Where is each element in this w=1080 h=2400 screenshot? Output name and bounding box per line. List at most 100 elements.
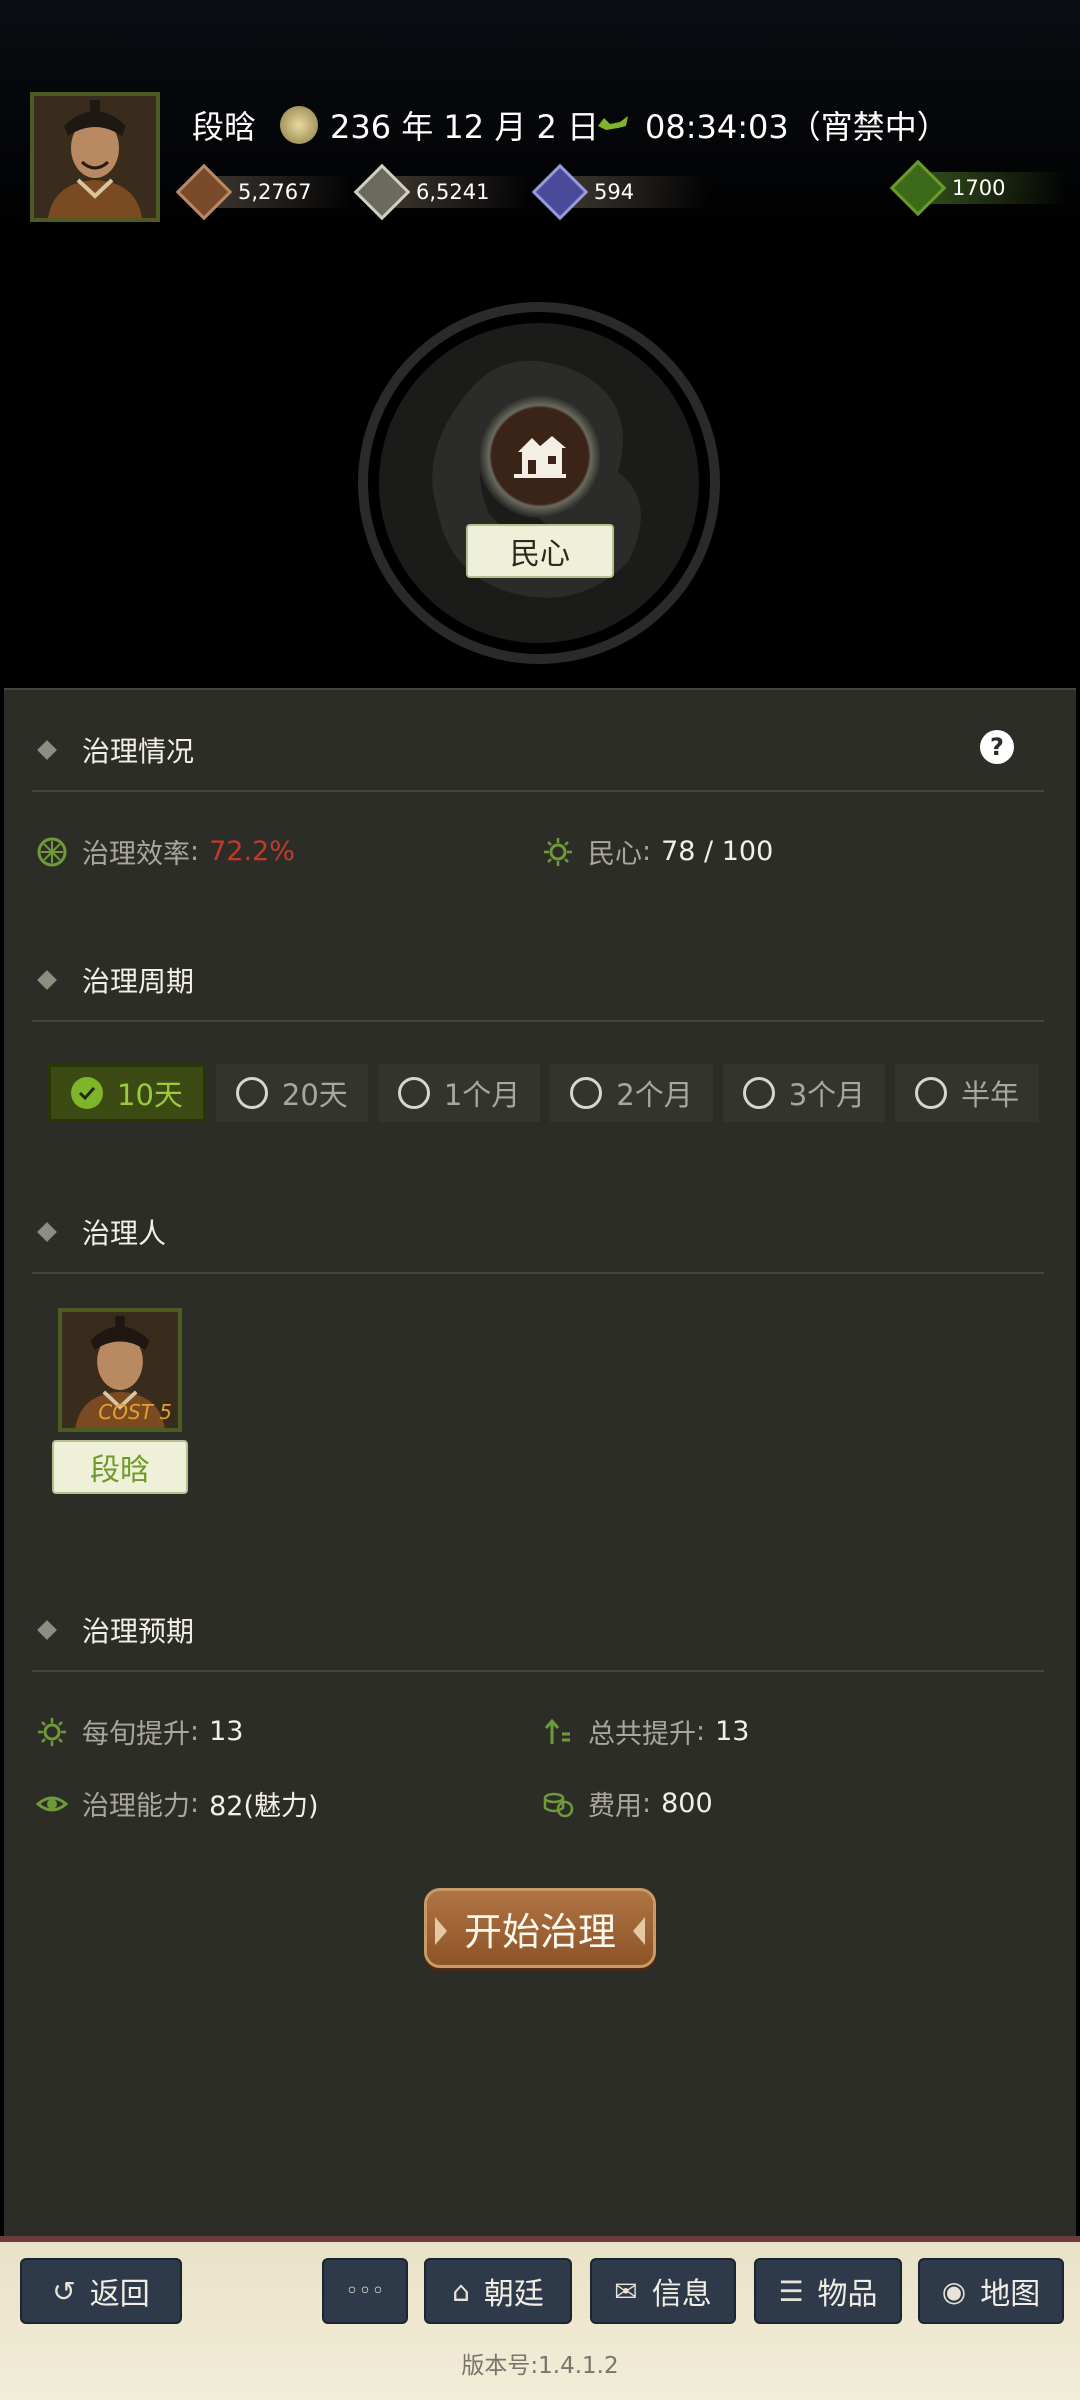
troops-value: 594: [594, 180, 635, 204]
resource-troops[interactable]: 594: [531, 163, 708, 221]
player-name: 段晗: [192, 108, 257, 146]
radio-icon: [570, 1077, 603, 1109]
eye-icon: [36, 1796, 68, 1811]
scroll-icon: ☰: [778, 2274, 804, 2308]
horse-icon: [598, 116, 628, 130]
chat-icon: ✉: [614, 2274, 638, 2308]
section-title-text: 治理情况: [82, 735, 195, 768]
back-button[interactable]: ↺ 返回: [20, 2258, 182, 2324]
map-label: 地图: [980, 2277, 1041, 2312]
period-option-20d[interactable]: 20天: [215, 1064, 368, 1122]
start-governance-button[interactable]: 开始治理: [424, 1888, 656, 1968]
per-period-value: 13: [209, 1716, 244, 1747]
section-period-title: 治理周期: [37, 960, 195, 1000]
coin-bag-icon: [175, 163, 233, 221]
potion-icon: [889, 159, 947, 217]
more-label: ◦◦◦: [345, 2278, 385, 2304]
items-label: 物品: [817, 2277, 878, 2312]
back-label: 返回: [89, 2277, 150, 2312]
player-avatar[interactable]: [30, 92, 160, 222]
total-value: 13: [715, 1716, 750, 1747]
divider: [32, 1020, 1044, 1022]
section-forecast-title: 治理预期: [37, 1610, 195, 1650]
diamond-bullet-icon: [37, 1620, 57, 1640]
undo-arrow-icon: ↺: [52, 2274, 76, 2308]
divider: [32, 1670, 1044, 1672]
sun-icon: [544, 837, 572, 866]
diamond-bullet-icon: [37, 740, 57, 760]
resource-gold[interactable]: 5,2767: [175, 163, 352, 221]
governor-name[interactable]: 段晗: [52, 1440, 188, 1494]
period-option-half-year[interactable]: 半年: [895, 1064, 1040, 1122]
section-title-text: 治理预期: [82, 1615, 195, 1648]
cost-badge: COST 5: [98, 1400, 172, 1424]
court-button[interactable]: ⌂ 朝廷: [424, 2258, 572, 2324]
section-status-title: 治理情况: [37, 730, 195, 770]
period-label: 20天: [281, 1078, 348, 1112]
globe-icon: ◉: [941, 2274, 967, 2308]
help-icon[interactable]: ?: [980, 730, 1014, 764]
grain-value: 6,5241: [416, 180, 490, 204]
total-stat: 总共提升: 13: [542, 1712, 749, 1751]
fee-stat: 费用: 800: [542, 1784, 713, 1823]
calendar-icon: [280, 106, 318, 144]
divider: [32, 1272, 1044, 1274]
period-label: 1个月: [443, 1078, 521, 1112]
per-period-label: 每旬提升: [82, 1719, 190, 1750]
section-governor-title: 治理人: [37, 1212, 167, 1252]
period-option-1m[interactable]: 1个月: [377, 1064, 541, 1122]
period-options: 10天 20天 1个月 2个月 3个月 半年: [48, 1064, 1040, 1122]
ability-label: 治理能力: [82, 1791, 190, 1822]
grain-icon: [353, 163, 411, 221]
governor-avatar[interactable]: COST 5: [58, 1308, 182, 1432]
radio-icon: [915, 1077, 948, 1109]
diamond-bullet-icon: [37, 970, 57, 990]
palace-icon: ⌂: [452, 2274, 470, 2308]
section-title-text: 治理人: [82, 1217, 167, 1250]
period-option-10d[interactable]: 10天: [48, 1064, 206, 1122]
period-label: 10天: [117, 1078, 183, 1112]
efficiency-value: 72.2%: [209, 836, 295, 867]
sun-icon: [38, 1717, 66, 1746]
period-label: 2个月: [616, 1078, 693, 1112]
bottom-bar: ↺ 返回 ◦◦◦ ⌂ 朝廷 ✉ 信息 ☰ 物品 ◉ 地图 版本号:1.4.1.2: [0, 2236, 1080, 2400]
gold-value: 5,2767: [238, 180, 312, 204]
info-label: 信息: [651, 2277, 712, 2312]
map-button[interactable]: ◉ 地图: [918, 2258, 1064, 2324]
section-title-text: 治理周期: [82, 965, 195, 998]
arrow-up-icon: [544, 1718, 570, 1744]
minxin-badge[interactable]: [478, 394, 602, 518]
resource-potion[interactable]: 1700: [889, 159, 1066, 217]
version-text: 版本号:1.4.1.2: [461, 2353, 619, 2379]
efficiency-icon: [37, 837, 67, 866]
efficiency-label: 治理效率: [82, 839, 190, 870]
info-button[interactable]: ✉ 信息: [590, 2258, 736, 2324]
efficiency-stat: 治理效率: 72.2%: [36, 832, 295, 871]
court-label: 朝廷: [483, 2277, 544, 2312]
period-option-3m[interactable]: 3个月: [722, 1064, 886, 1122]
portrait-image: [34, 96, 156, 218]
minxin-label: 民心: [588, 839, 642, 870]
period-label: 3个月: [788, 1078, 866, 1112]
radio-checked-icon: [71, 1077, 103, 1109]
minxin-value: 78 / 100: [661, 836, 774, 867]
items-button[interactable]: ☰ 物品: [754, 2258, 902, 2324]
total-label: 总共提升: [588, 1719, 696, 1750]
resource-grain[interactable]: 6,5241: [353, 163, 530, 221]
fee-value: 800: [661, 1788, 713, 1819]
divider: [32, 790, 1044, 792]
ability-stat: 治理能力: 82(魅力): [36, 1784, 319, 1823]
potion-value: 1700: [952, 176, 1006, 200]
period-label: 半年: [961, 1078, 1020, 1112]
houses-icon: [514, 436, 566, 478]
minxin-tag: 民心: [466, 524, 614, 578]
soldier-icon: [531, 163, 589, 221]
per-period-stat: 每旬提升: 13: [36, 1712, 243, 1751]
minxin-stat: 民心: 78 / 100: [542, 832, 773, 871]
coins-icon: [543, 1792, 574, 1817]
period-option-2m[interactable]: 2个月: [550, 1064, 713, 1122]
game-date: 236 年 12 月 2 日: [330, 108, 600, 146]
radio-icon: [397, 1077, 430, 1109]
more-button[interactable]: ◦◦◦: [322, 2258, 408, 2324]
radio-icon: [742, 1077, 775, 1109]
